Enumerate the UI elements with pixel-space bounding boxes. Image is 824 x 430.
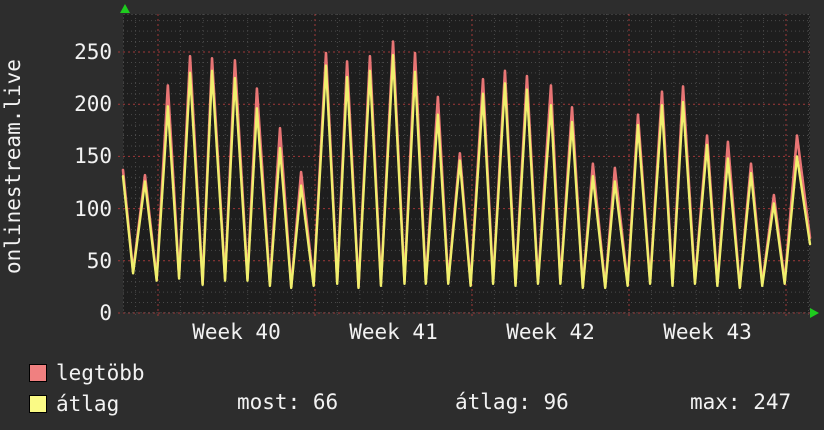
chart-plot-area <box>118 14 812 319</box>
stat-atlag: átlag: 96 <box>455 390 569 414</box>
x-axis-arrow-icon <box>810 308 819 318</box>
y-axis-tick-label: 50 <box>86 248 112 273</box>
y-axis-tick-label: 250 <box>74 40 112 64</box>
legend-swatch-atlag <box>29 395 47 413</box>
legend-item-legtobb: legtöbb <box>29 362 145 384</box>
stat-most: most: 66 <box>237 390 339 414</box>
x-axis-week-label: Week 41 <box>349 320 438 344</box>
legend-label-atlag: átlag <box>56 392 120 416</box>
legend-item-atlag: átlag <box>29 393 119 415</box>
stat-max: max: 247 <box>690 390 792 414</box>
graph-screen: onlinestream.live 0 50 100 150 200 250 Week 4… <box>0 0 824 430</box>
x-axis-week-label: Week 40 <box>192 320 281 344</box>
legend-label-legtobb: legtöbb <box>56 361 145 385</box>
y-axis-tick-label: 200 <box>74 92 112 117</box>
y-axis-tick-label: 150 <box>74 144 112 169</box>
x-axis-week-label: Week 42 <box>506 320 595 344</box>
y-axis-tick-label: 0 <box>99 301 112 325</box>
y-axis-tick-label: 100 <box>74 196 112 221</box>
x-axis-week-label: Week 43 <box>663 320 752 344</box>
y-axis-arrow-icon <box>120 4 130 13</box>
legend-swatch-legtobb <box>29 364 47 382</box>
x-axis-labels: Week 40 Week 41 Week 42 Week 43 <box>123 321 810 345</box>
